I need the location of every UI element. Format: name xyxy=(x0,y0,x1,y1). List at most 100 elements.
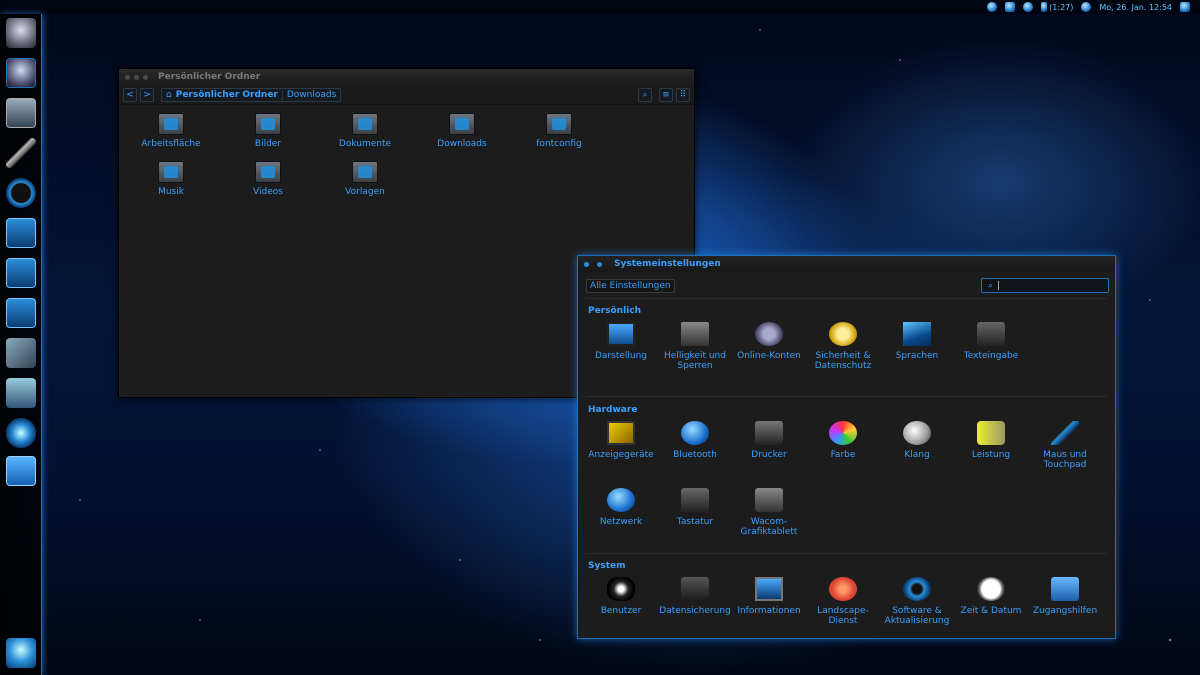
setting-label: Leistung xyxy=(971,450,1011,460)
sound-icon xyxy=(903,421,931,445)
forward-button[interactable]: > xyxy=(140,87,154,102)
browser-icon[interactable] xyxy=(6,178,36,208)
minimize-button[interactable] xyxy=(134,74,139,80)
network-indicator-icon[interactable] xyxy=(987,2,998,12)
launcher xyxy=(0,14,42,675)
setting-label: Helligkeit und xyxy=(664,351,726,361)
setting-software[interactable]: Software & Aktualisierung xyxy=(880,577,954,626)
battery-indicator[interactable]: (1:27) xyxy=(1041,2,1073,12)
info-icon xyxy=(755,577,783,601)
setting-label: Tastatur xyxy=(676,517,714,527)
back-button[interactable]: < xyxy=(123,87,137,102)
software-center-icon[interactable] xyxy=(6,456,36,486)
keyboard-icon xyxy=(681,488,709,512)
folder-dokumente[interactable]: Dokumente xyxy=(320,113,410,149)
settings-tools-icon[interactable] xyxy=(6,138,36,168)
grid-view-button[interactable]: ⠿ xyxy=(676,87,690,102)
setting-label-2: Sperren xyxy=(677,361,713,371)
setting-helligkeit[interactable]: Helligkeit und Sperren xyxy=(658,322,732,371)
folder-icon xyxy=(352,113,378,135)
privacy-icon xyxy=(829,322,857,346)
minimize-button[interactable] xyxy=(597,261,602,267)
setting-label: Landscape- xyxy=(817,606,869,616)
setting-label: Benutzer xyxy=(600,606,642,616)
setting-datensicherung[interactable]: Datensicherung xyxy=(658,577,732,616)
setting-zugangshilfen[interactable]: Zugangshilfen xyxy=(1028,577,1102,616)
window-title: Persönlicher Ordner xyxy=(158,72,261,82)
session-menu-icon[interactable] xyxy=(1180,2,1190,12)
bluetooth-indicator-icon[interactable] xyxy=(1023,2,1034,12)
bluetooth-icon xyxy=(681,421,709,445)
setting-sicherheit[interactable]: Sicherheit & Datenschutz xyxy=(806,322,880,371)
setting-tastatur[interactable]: Tastatur xyxy=(658,488,732,527)
setting-darstellung[interactable]: Darstellung xyxy=(584,322,658,361)
setting-online-konten[interactable]: Online-Konten xyxy=(732,322,806,361)
close-button[interactable] xyxy=(584,261,589,267)
folder-bilder[interactable]: Bilder xyxy=(223,113,313,149)
close-button[interactable] xyxy=(125,74,130,80)
setting-sprachen[interactable]: Sprachen xyxy=(880,322,954,361)
setting-label: Zeit & Datum xyxy=(960,606,1022,616)
setting-maus[interactable]: Maus und Touchpad xyxy=(1028,421,1102,470)
maximize-button[interactable] xyxy=(143,74,148,80)
section-title-hardware: Hardware xyxy=(588,405,638,415)
clock-icon xyxy=(977,577,1005,601)
breadcrumb-home[interactable]: Persönlicher Ordner xyxy=(176,90,278,100)
setting-anzeigegeraete[interactable]: Anzeigegeräte xyxy=(584,421,658,460)
folder-videos[interactable]: Videos xyxy=(223,161,313,197)
setting-texteingabe[interactable]: Texteingabe xyxy=(954,322,1028,361)
setting-wacom[interactable]: Wacom- Grafiktablett xyxy=(732,488,806,537)
setting-drucker[interactable]: Drucker xyxy=(732,421,806,460)
folder-label: Musik xyxy=(158,187,184,197)
clock[interactable]: Mo, 26. Jan. 12:54 xyxy=(1099,3,1172,12)
folder-fontconfig[interactable]: fontconfig xyxy=(514,113,604,149)
setting-label-2: Aktualisierung xyxy=(884,616,950,626)
setting-label-2: Datenschutz xyxy=(814,361,872,371)
setting-zeit-datum[interactable]: Zeit & Datum xyxy=(954,577,1028,616)
trash-icon[interactable] xyxy=(6,638,36,668)
impress-icon[interactable] xyxy=(6,298,36,328)
divider xyxy=(586,396,1107,397)
setting-label: Sicherheit & xyxy=(815,351,871,361)
file-manager-titlebar[interactable]: Persönlicher Ordner xyxy=(119,69,694,85)
setting-label: Farbe xyxy=(830,450,856,460)
texmaker-icon[interactable] xyxy=(6,338,36,368)
setting-netzwerk[interactable]: Netzwerk xyxy=(584,488,658,527)
folder-downloads[interactable]: Downloads xyxy=(417,113,507,149)
keyboard-indicator-icon[interactable] xyxy=(1005,2,1016,12)
breadcrumb-downloads[interactable]: Downloads xyxy=(281,89,336,100)
search-icon: ⌕ xyxy=(988,280,994,291)
list-view-button[interactable]: ≡ xyxy=(659,87,673,102)
setting-leistung[interactable]: Leistung xyxy=(954,421,1028,460)
folder-arbeitsflaeche[interactable]: Arbeitsfläche xyxy=(126,113,216,149)
search-button[interactable]: ⌕ xyxy=(638,87,652,102)
writer-icon[interactable] xyxy=(6,218,36,248)
setting-klang[interactable]: Klang xyxy=(880,421,954,460)
setting-informationen[interactable]: Informationen xyxy=(732,577,806,616)
section-title-system: System xyxy=(588,561,626,571)
file-manager-toolbar: < > ⌂ Persönlicher Ordner Downloads ⌕ ≡ … xyxy=(119,85,694,105)
compiz-icon[interactable] xyxy=(6,418,36,448)
settings-search-input[interactable]: ⌕ | xyxy=(981,278,1109,293)
setting-landscape[interactable]: Landscape- Dienst xyxy=(806,577,880,626)
setting-farbe[interactable]: Farbe xyxy=(806,421,880,460)
breadcrumb: ⌂ Persönlicher Ordner Downloads xyxy=(161,87,342,102)
folder-vorlagen[interactable]: Vorlagen xyxy=(320,161,410,197)
installer-icon[interactable] xyxy=(6,378,36,408)
setting-benutzer[interactable]: Benutzer xyxy=(584,577,658,616)
setting-bluetooth[interactable]: Bluetooth xyxy=(658,421,732,460)
home-icon[interactable] xyxy=(6,18,36,48)
files-icon[interactable] xyxy=(6,58,36,88)
landscape-icon xyxy=(829,577,857,601)
setting-label-2: Touchpad xyxy=(1043,460,1087,470)
setting-label: Anzeigegeräte xyxy=(588,450,654,460)
settings-titlebar[interactable]: Systemeinstellungen xyxy=(578,256,1115,272)
terminal-icon[interactable] xyxy=(6,98,36,128)
folder-musik[interactable]: Musik xyxy=(126,161,216,197)
folder-icon xyxy=(546,113,572,135)
setting-label: Datensicherung xyxy=(659,606,731,616)
all-settings-button[interactable]: Alle Einstellungen xyxy=(586,279,675,293)
battery-time: (1:27) xyxy=(1049,2,1074,12)
calc-icon[interactable] xyxy=(6,258,36,288)
sound-indicator-icon[interactable] xyxy=(1081,2,1092,12)
